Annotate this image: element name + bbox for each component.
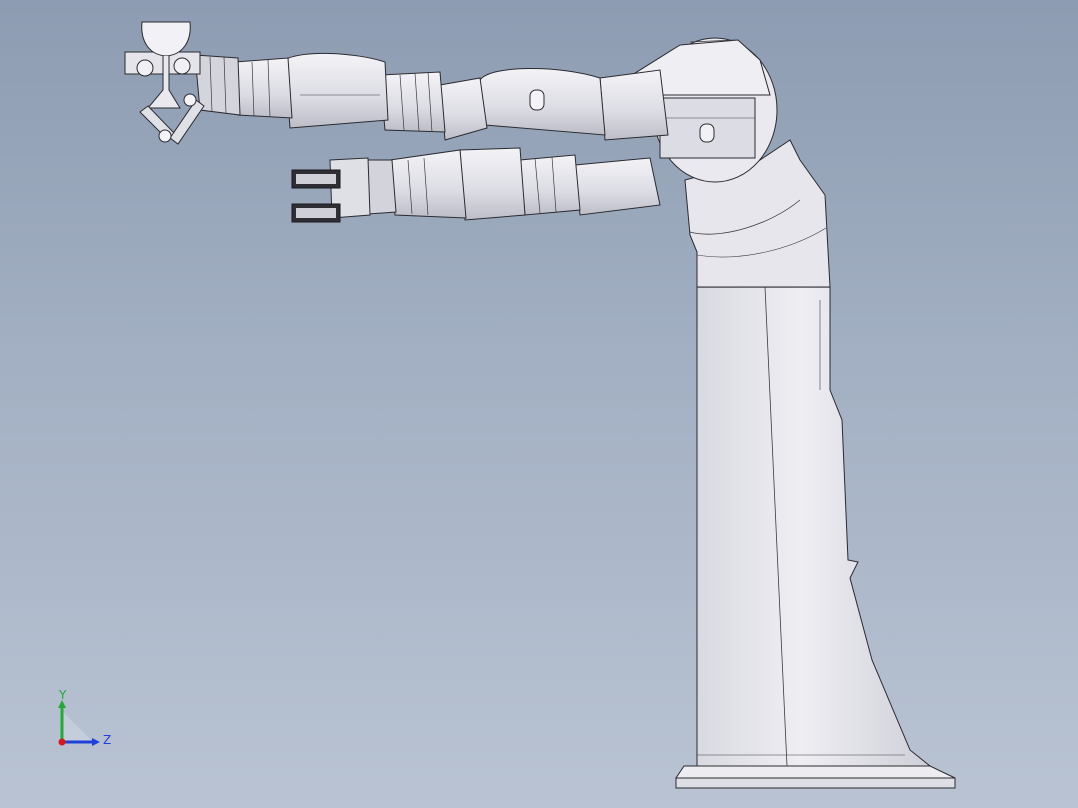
coordinate-triad: Y Z <box>58 688 111 747</box>
parallel-gripper <box>291 157 371 223</box>
y-axis-label: Y <box>58 688 67 702</box>
x-axis-dot-icon <box>58 738 66 746</box>
z-axis-arrow-icon <box>92 738 100 746</box>
z-axis-label: Z <box>103 733 111 747</box>
graphics-viewport[interactable]: Y Z <box>0 0 1078 808</box>
glass-gripper <box>124 21 205 145</box>
robot-base <box>675 765 956 789</box>
upper-arm <box>194 52 669 141</box>
robot-3d-model[interactable] <box>0 0 1078 808</box>
lower-arm <box>364 147 661 221</box>
robot-column <box>696 286 932 767</box>
